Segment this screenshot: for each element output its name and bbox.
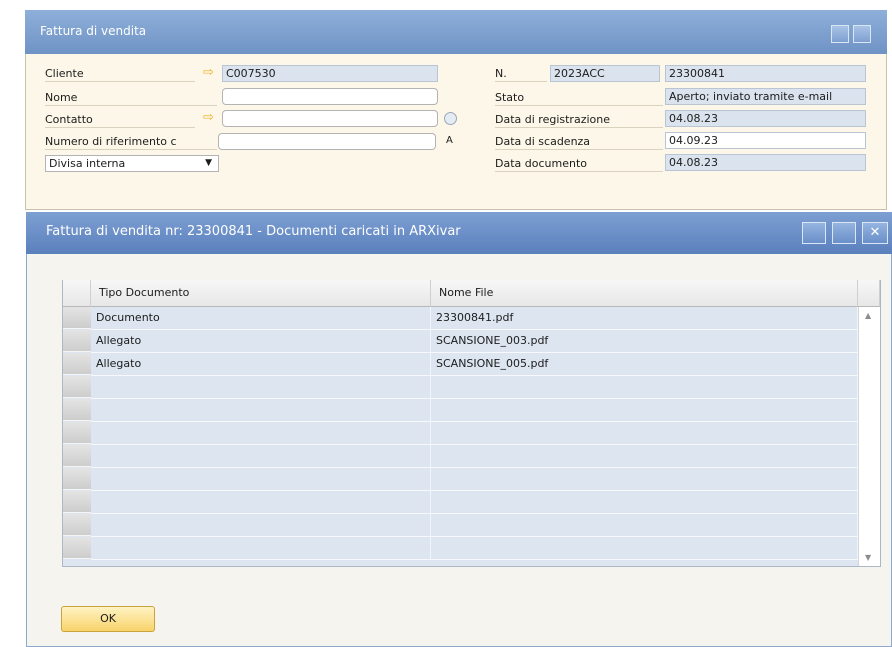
label-cliente: Cliente [45, 65, 195, 82]
data-documento-field[interactable]: 04.08.23 [665, 154, 866, 171]
currency-select-value: Divisa interna [49, 157, 126, 170]
close-icon[interactable]: ✕ [862, 222, 888, 244]
row-selector[interactable] [63, 537, 91, 559]
cell-nome-file[interactable] [431, 399, 858, 422]
cell-nome-file[interactable] [431, 422, 858, 445]
row-selector[interactable] [63, 330, 91, 352]
riferimento-suffix: A [446, 135, 453, 146]
minimize-icon[interactable] [802, 222, 826, 244]
contatto-input[interactable] [222, 110, 438, 127]
invoice-title-bar: Fattura di vendita [25, 10, 887, 54]
stato-field: Aperto; inviato tramite e-mail [665, 88, 866, 105]
grid-header-filler [858, 280, 880, 307]
column-header-tipo-documento[interactable]: Tipo Documento [91, 280, 431, 307]
label-data-registrazione: Data di registrazione [495, 111, 663, 128]
label-contatto: Contatto [45, 111, 195, 128]
cell-tipo-documento[interactable] [91, 445, 431, 468]
dropdown-arrow-icon[interactable]: ▼ [205, 156, 212, 171]
cell-nome-file[interactable] [431, 514, 858, 537]
currency-select[interactable]: Divisa interna ▼ [45, 155, 219, 172]
cell-tipo-documento[interactable]: Allegato [91, 353, 431, 376]
invoice-window-title: Fattura di vendita [40, 24, 147, 38]
cell-tipo-documento[interactable] [91, 399, 431, 422]
cell-tipo-documento[interactable] [91, 537, 431, 560]
contact-lookup-icon[interactable] [444, 112, 457, 125]
cell-tipo-documento[interactable] [91, 422, 431, 445]
data-scadenza-field[interactable]: 04.09.23 [665, 132, 866, 149]
cell-nome-file[interactable] [431, 445, 858, 468]
ok-button[interactable]: OK [61, 606, 155, 632]
row-selector[interactable] [63, 514, 91, 536]
numero-riferimento-input[interactable] [218, 133, 436, 150]
cell-nome-file[interactable] [431, 376, 858, 399]
cell-tipo-documento[interactable] [91, 491, 431, 514]
label-data-documento: Data documento [495, 155, 663, 172]
minimize-icon[interactable] [831, 25, 849, 43]
label-numero: N. [495, 65, 547, 82]
cell-nome-file[interactable] [431, 468, 858, 491]
link-arrow-icon[interactable]: ⇨ [203, 65, 214, 80]
row-selector[interactable] [63, 491, 91, 513]
row-selector[interactable] [63, 399, 91, 421]
cell-nome-file[interactable] [431, 491, 858, 514]
cell-nome-file[interactable]: SCANSIONE_005.pdf [431, 353, 858, 376]
cell-tipo-documento[interactable] [91, 514, 431, 537]
column-header-nome-file[interactable]: Nome File [431, 280, 858, 307]
grid-corner-header [63, 280, 91, 307]
dialog-title-bar: Fattura di vendita nr: 23300841 - Docume… [26, 212, 892, 254]
row-selector[interactable] [63, 353, 91, 375]
maximize-icon[interactable] [853, 25, 871, 43]
nome-input[interactable] [222, 88, 438, 105]
data-registrazione-field[interactable]: 04.08.23 [665, 110, 866, 127]
label-nome: Nome [45, 89, 217, 106]
label-numero-riferimento: Numero di riferimento c [45, 133, 217, 150]
row-selector[interactable] [63, 307, 91, 329]
cell-nome-file[interactable]: SCANSIONE_003.pdf [431, 330, 858, 353]
cell-tipo-documento[interactable] [91, 468, 431, 491]
dialog-title: Fattura di vendita nr: 23300841 - Docume… [46, 224, 461, 239]
label-stato: Stato [495, 89, 663, 106]
cell-nome-file[interactable]: 23300841.pdf [431, 307, 858, 330]
cell-tipo-documento[interactable] [91, 376, 431, 399]
row-selector[interactable] [63, 422, 91, 444]
row-selector[interactable] [63, 376, 91, 398]
series-field[interactable]: 2023ACC [550, 65, 660, 82]
vertical-scrollbar[interactable]: ▲ ▼ [858, 307, 880, 566]
cell-tipo-documento[interactable]: Documento [91, 307, 431, 330]
numero-field[interactable]: 23300841 [665, 65, 866, 82]
row-selector[interactable] [63, 445, 91, 467]
row-selector[interactable] [63, 468, 91, 490]
link-arrow-icon[interactable]: ⇨ [203, 110, 214, 125]
scroll-up-icon[interactable]: ▲ [865, 311, 871, 320]
maximize-icon[interactable] [832, 222, 856, 244]
cell-tipo-documento[interactable]: Allegato [91, 330, 431, 353]
cliente-field[interactable]: C007530 [222, 65, 438, 82]
label-data-scadenza: Data di scadenza [495, 133, 663, 150]
scroll-down-icon[interactable]: ▼ [865, 553, 871, 562]
cell-nome-file[interactable] [431, 537, 858, 560]
